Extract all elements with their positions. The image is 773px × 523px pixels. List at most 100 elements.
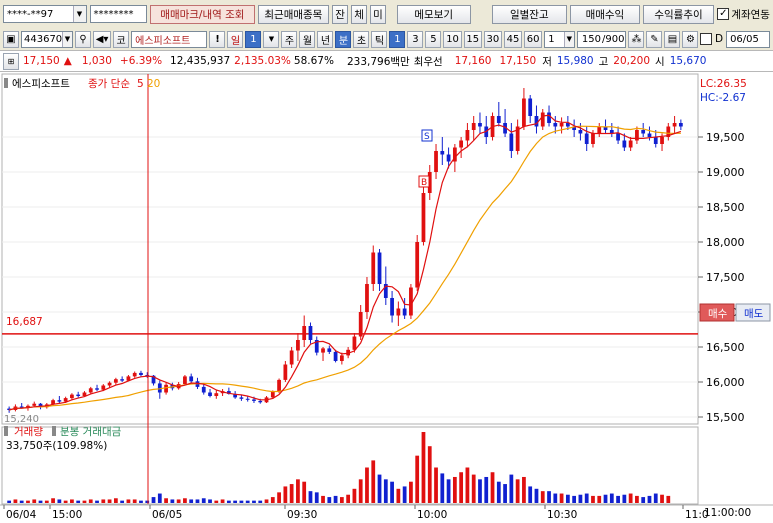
candle-body[interactable] — [183, 376, 187, 385]
gear-icon[interactable]: ⚙ — [682, 30, 699, 48]
candle-body[interactable] — [678, 123, 683, 127]
candle-body[interactable] — [252, 399, 256, 401]
tab-che[interactable]: 체 — [351, 4, 367, 24]
candle-body[interactable] — [478, 123, 482, 127]
candle-body[interactable] — [421, 193, 426, 242]
interval-select[interactable]: 1 ▼ — [544, 30, 575, 48]
candle-body[interactable] — [377, 252, 382, 285]
candle-body[interactable] — [70, 394, 74, 399]
candle-body[interactable] — [57, 400, 62, 402]
market-badge[interactable]: 코 — [113, 30, 130, 48]
candle-body[interactable] — [396, 308, 401, 316]
tab-mi[interactable]: 미 — [369, 4, 386, 24]
candle-body[interactable] — [672, 123, 677, 127]
candle-body[interactable] — [283, 364, 288, 380]
checkbox-icon[interactable]: ✓ — [717, 8, 730, 20]
candle-body[interactable] — [308, 326, 313, 340]
candle-body[interactable] — [189, 376, 194, 382]
candle-body[interactable] — [547, 112, 551, 124]
candle-body[interactable] — [622, 140, 627, 148]
interval-15[interactable]: 15 — [463, 30, 482, 48]
candle-body[interactable] — [139, 372, 143, 375]
chevron-down-icon[interactable]: ▼ — [263, 30, 280, 48]
candle-body[interactable] — [402, 308, 407, 316]
interval-3[interactable]: 3 — [407, 30, 424, 48]
candle-body[interactable] — [365, 284, 369, 312]
memo-view-button[interactable]: 메모보기 — [396, 4, 471, 24]
candle-body[interactable] — [616, 133, 620, 141]
candle-body[interactable] — [358, 312, 363, 337]
period-second[interactable]: 초 — [353, 30, 370, 48]
candle-body[interactable] — [76, 394, 81, 396]
chevron-down-icon[interactable]: ▼ — [62, 31, 72, 47]
candle-body[interactable] — [496, 116, 501, 123]
candle-body[interactable] — [120, 379, 125, 381]
candle-body[interactable] — [390, 298, 394, 316]
stock-name-field[interactable]: 에스피소프트 — [131, 30, 208, 48]
candle-body[interactable] — [321, 348, 325, 353]
interval-45[interactable]: 45 — [503, 30, 523, 48]
candle-body[interactable] — [113, 379, 118, 383]
period-year[interactable]: 년 — [317, 30, 334, 48]
account-link-toggle[interactable]: ✓ 계좌연동 — [717, 7, 770, 22]
chevron-down-icon[interactable]: ▼ — [72, 6, 86, 22]
candle-body[interactable] — [95, 388, 99, 390]
candle-body[interactable] — [101, 385, 106, 390]
tools-icon[interactable]: ⁂ — [628, 30, 645, 48]
trade-mark-button[interactable]: 매매마크/내역 조회 — [150, 4, 255, 24]
price-chart[interactable]: 19,50019,00018,50018,00017,50017,00016,5… — [0, 72, 773, 523]
candle-body[interactable] — [339, 355, 344, 361]
candle-body[interactable] — [628, 140, 633, 148]
candle-body[interactable] — [465, 130, 470, 141]
interval-5[interactable]: 5 — [425, 30, 442, 48]
candle-body[interactable] — [132, 372, 137, 377]
candle-body[interactable] — [528, 98, 533, 117]
stock-code-select[interactable]: 443670 ▼ — [21, 30, 73, 48]
candle-body[interactable] — [302, 326, 307, 340]
period-week[interactable]: 주 — [281, 30, 298, 48]
candle-body[interactable] — [277, 379, 281, 392]
draw-icon[interactable]: ✎ — [646, 30, 663, 48]
candle-body[interactable] — [446, 154, 451, 162]
candle-body[interactable] — [270, 391, 275, 398]
d-checkbox[interactable] — [700, 33, 712, 45]
candle-body[interactable] — [32, 403, 37, 406]
search-icon[interactable]: ⚲ — [75, 30, 91, 48]
candle-body[interactable] — [296, 340, 300, 351]
candle-body[interactable] — [352, 336, 357, 350]
layout-icon[interactable]: ▣ — [3, 30, 19, 48]
speaker-icon[interactable]: ◀▾ — [93, 30, 112, 48]
candle-body[interactable] — [540, 112, 545, 127]
candle-body[interactable] — [88, 388, 93, 393]
candle-body[interactable] — [509, 133, 514, 152]
candle-body[interactable] — [559, 123, 564, 127]
period-month[interactable]: 월 — [299, 30, 316, 48]
chart-area[interactable]: 19,50019,00018,50018,00017,50017,00016,5… — [0, 72, 773, 523]
save-icon[interactable]: ▤ — [664, 30, 681, 48]
candle-body[interactable] — [653, 137, 658, 144]
candle-body[interactable] — [289, 350, 294, 365]
candle-body[interactable] — [107, 382, 112, 386]
period-num-select[interactable]: 1 — [245, 30, 262, 48]
candle-body[interactable] — [578, 130, 583, 134]
period-tick[interactable]: 틱 — [371, 30, 388, 48]
candle-body[interactable] — [584, 133, 589, 145]
candle-body[interactable] — [522, 98, 526, 127]
candle-body[interactable] — [434, 151, 438, 172]
expand-icon[interactable]: ⊞ — [3, 52, 19, 70]
candle-body[interactable] — [327, 348, 332, 352]
candle-body[interactable] — [641, 130, 646, 134]
candle-body[interactable] — [553, 123, 558, 127]
candle-body[interactable] — [647, 133, 652, 138]
chevron-down-icon[interactable]: ▼ — [563, 31, 574, 47]
period-day-button[interactable]: 일 — [227, 30, 244, 48]
candle-body[interactable] — [371, 252, 376, 285]
candle-body[interactable] — [258, 400, 263, 403]
candle-body[interactable] — [208, 392, 212, 397]
candle-body[interactable] — [245, 398, 250, 400]
tab-jan[interactable]: 잔 — [332, 4, 349, 24]
password-field[interactable]: ******** — [89, 5, 148, 23]
candle-body[interactable] — [333, 351, 338, 361]
date-field[interactable]: 06/05 — [726, 30, 770, 48]
candle-body[interactable] — [239, 397, 244, 399]
